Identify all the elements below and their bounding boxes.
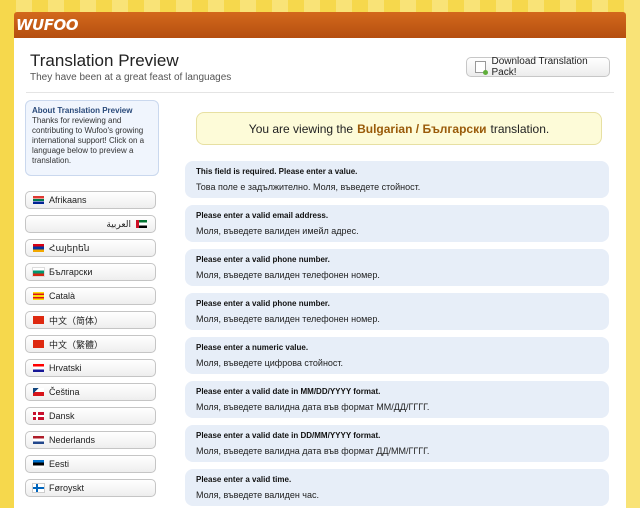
language-button-bulgarian[interactable]: Български (25, 263, 156, 281)
flag-tw-icon (33, 340, 44, 348)
document-download-icon (475, 61, 490, 75)
divider (26, 92, 614, 93)
notice-prefix: You are viewing the (248, 121, 354, 136)
language-label: 中文（简体） (49, 315, 104, 326)
language-button-estonian[interactable]: Eesti (25, 455, 156, 473)
language-label: Català (49, 291, 76, 301)
translated-text: Моля, въведете валиден час. (196, 490, 319, 500)
about-panel: About Translation Preview Thanks for rev… (25, 100, 159, 176)
language-label: Հայերեն (49, 242, 90, 253)
download-translation-pack-button[interactable]: Download Translation Pack! (466, 56, 610, 78)
language-button-dutch[interactable]: Nederlands (25, 431, 156, 449)
page-subtitle: They have been at a great feast of langu… (30, 72, 232, 83)
flag-ee-icon (33, 460, 44, 468)
language-button-czech[interactable]: Čeština (25, 383, 156, 401)
language-button-croatian[interactable]: Hrvatski (25, 359, 156, 377)
header-bar (14, 12, 626, 38)
translated-text: Това поле е задължително. Моля, въведете… (196, 182, 421, 192)
language-label: 中文（繁體） (49, 339, 104, 350)
about-title: About Translation Preview (32, 106, 133, 115)
flag-fo-icon (32, 483, 45, 493)
source-text: Please enter a valid time. (196, 475, 292, 484)
notice-language: Bulgarian / Български (357, 121, 487, 136)
content-card: Translation Preview They have been at a … (14, 38, 626, 508)
language-label: Български (49, 267, 93, 277)
language-label: العربية (106, 218, 131, 229)
flag-bg-icon (32, 267, 45, 277)
source-text: Please enter a valid phone number. (196, 299, 330, 308)
translated-text: Моля, въведете цифрова стойност. (196, 358, 344, 368)
page-title: Translation Preview (30, 51, 179, 70)
translated-text: Моля, въведете валидна дата във формат Д… (196, 446, 430, 456)
language-button-arabic[interactable]: العربية (25, 215, 156, 233)
translated-text: Моля, въведете валиден телефонен номер. (196, 270, 380, 280)
translated-text: Моля, въведете валиден имейл адрес. (196, 226, 359, 236)
language-button-chinese-traditional[interactable]: 中文（繁體） (25, 335, 156, 353)
language-label: Dansk (49, 411, 75, 421)
source-text: Please enter a valid phone number. (196, 255, 330, 264)
language-button-danish[interactable]: Dansk (25, 407, 156, 425)
translation-item: This field is required. Please enter a v… (185, 161, 609, 198)
translation-item: Please enter a valid time. Моля, въведет… (185, 469, 609, 506)
flag-cn-icon (33, 316, 44, 324)
language-label: Føroyskt (49, 483, 84, 493)
translation-item: Please enter a valid phone number. Моля,… (185, 293, 609, 330)
translated-text: Моля, въведете валидна дата във формат М… (196, 402, 430, 412)
flag-cz-icon (33, 388, 44, 396)
language-button-chinese-simplified[interactable]: 中文（简体） (25, 311, 156, 329)
viewing-language-notice: You are viewing the Bulgarian / Българск… (196, 112, 602, 145)
flag-ct-icon (33, 292, 44, 300)
notice-suffix: translation. (490, 121, 550, 136)
flag-hr-icon (33, 364, 44, 372)
translation-item: Please enter a numeric value. Моля, въве… (185, 337, 609, 374)
translation-item: Please enter a valid email address. Моля… (185, 205, 609, 242)
wufoo-logo[interactable]: WUFOO (16, 16, 78, 34)
source-text: Please enter a valid date in DD/MM/YYYY … (196, 431, 381, 440)
language-label: Nederlands (49, 435, 96, 445)
flag-za-icon (33, 196, 44, 204)
language-button-afrikaans[interactable]: Afrikaans (25, 191, 156, 209)
source-text: Please enter a valid email address. (196, 211, 329, 220)
translation-item: Please enter a valid date in MM/DD/YYYY … (185, 381, 609, 418)
language-label: Afrikaans (49, 195, 87, 205)
language-button-armenian[interactable]: Հայերեն (25, 239, 156, 257)
source-text: This field is required. Please enter a v… (196, 167, 358, 176)
language-label: Hrvatski (49, 363, 82, 373)
flag-ae-icon (136, 220, 147, 228)
language-label: Čeština (49, 387, 80, 397)
translation-item: Please enter a valid phone number. Моля,… (185, 249, 609, 286)
source-text: Please enter a numeric value. (196, 343, 309, 352)
flag-nl-icon (33, 436, 44, 444)
language-button-catalan[interactable]: Català (25, 287, 156, 305)
language-button-faroese[interactable]: Føroyskt (25, 479, 156, 497)
language-label: Eesti (49, 459, 70, 469)
translated-text: Моля, въведете валиден телефонен номер. (196, 314, 380, 324)
flag-dk-icon (33, 412, 44, 420)
flag-am-icon (33, 244, 44, 252)
source-text: Please enter a valid date in MM/DD/YYYY … (196, 387, 381, 396)
translation-item: Please enter a valid date in DD/MM/YYYY … (185, 425, 609, 462)
download-button-label: Download Translation Pack! (491, 56, 588, 78)
about-body: Thanks for reviewing and contributing to… (32, 116, 145, 165)
